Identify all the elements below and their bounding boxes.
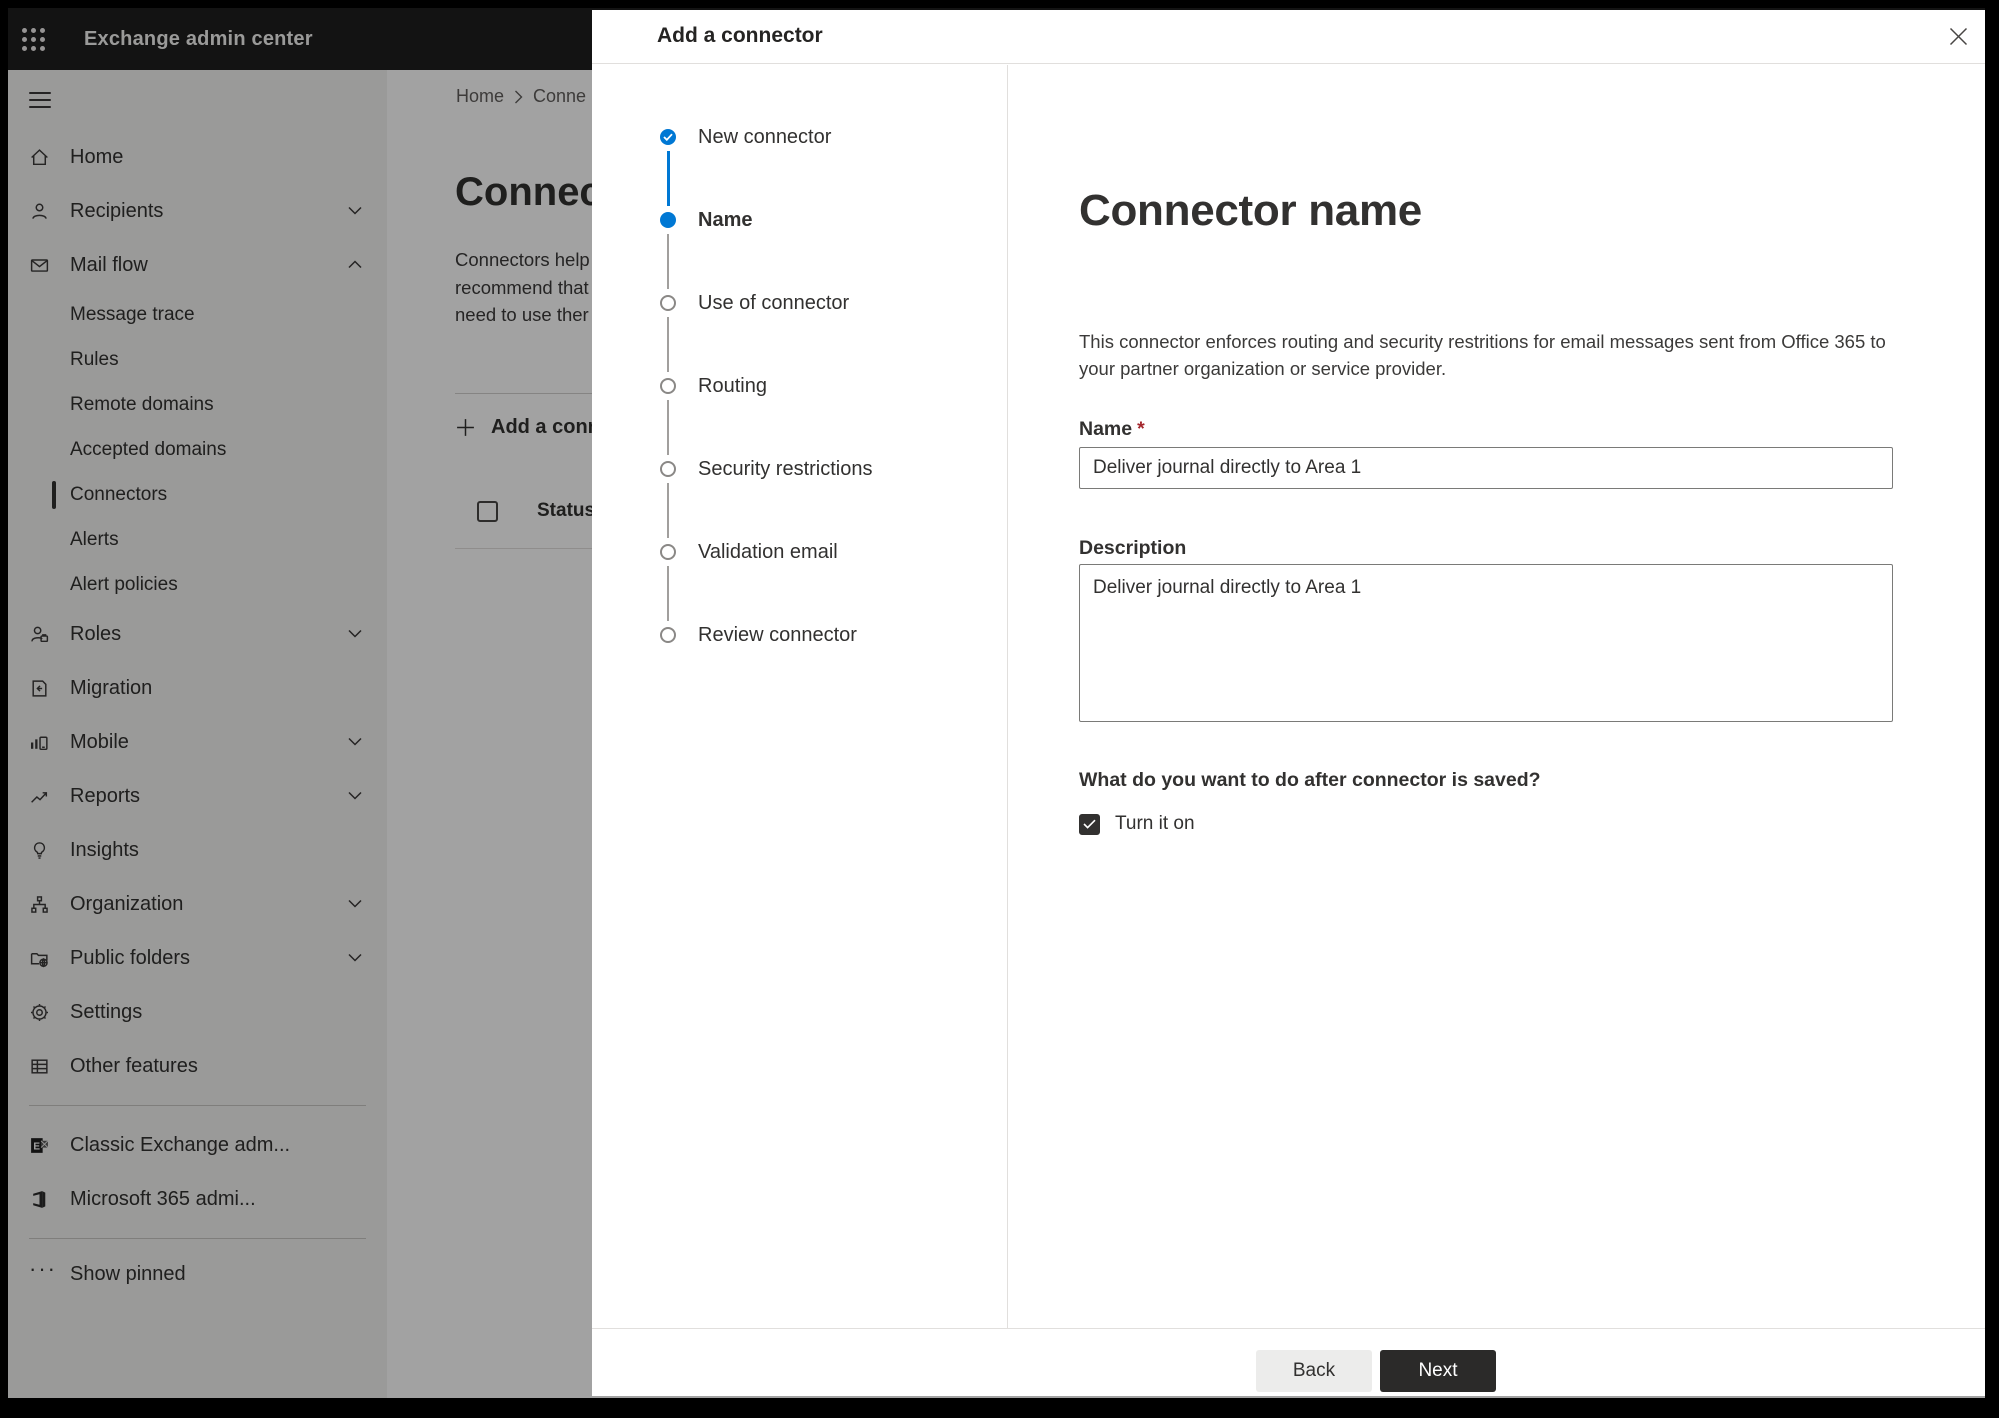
- step-new-connector[interactable]: New connector: [592, 124, 831, 150]
- footer-divider: [592, 1328, 1985, 1329]
- step-name[interactable]: Name: [592, 207, 752, 233]
- add-connector-dialog: Add a connector New connector Name Use o…: [592, 10, 1985, 1396]
- step-connector-line: [666, 151, 670, 206]
- step-security-restrictions[interactable]: Security restrictions: [592, 456, 873, 482]
- after-save-question: What do you want to do after connector i…: [1079, 769, 1541, 791]
- wizard-steps: New connector Name Use of connector Rout…: [592, 65, 1008, 1328]
- step-upcoming-icon: [660, 627, 676, 643]
- step-review-connector[interactable]: Review connector: [592, 622, 857, 648]
- step-upcoming-icon: [660, 378, 676, 394]
- wizard-page-heading: Connector name: [1079, 186, 1422, 235]
- step-connector-line: [667, 566, 669, 621]
- turn-it-on-checkbox[interactable]: Turn it on: [1079, 813, 1195, 835]
- step-connector-line: [667, 234, 669, 289]
- step-connector-line: [667, 317, 669, 372]
- step-use-of-connector[interactable]: Use of connector: [592, 290, 849, 316]
- step-connector-line: [667, 400, 669, 455]
- close-button[interactable]: [1938, 16, 1978, 56]
- name-input[interactable]: [1079, 447, 1893, 489]
- description-field-label: Description: [1079, 537, 1187, 559]
- step-routing[interactable]: Routing: [592, 373, 767, 399]
- dialog-header: Add a connector: [592, 10, 1985, 64]
- description-textarea[interactable]: Deliver journal directly to Area 1: [1079, 564, 1893, 722]
- app-window: Exchange admin center Home Recipients Ma…: [8, 8, 1985, 1398]
- checkbox-checked-icon: [1079, 813, 1100, 835]
- step-completed-icon: [660, 129, 676, 145]
- wizard-page-description: This connector enforces routing and secu…: [1079, 331, 1886, 379]
- step-upcoming-icon: [660, 544, 676, 560]
- close-icon: [1949, 27, 1968, 46]
- step-upcoming-icon: [660, 461, 676, 477]
- step-current-icon: [660, 212, 676, 228]
- back-button[interactable]: Back: [1256, 1350, 1372, 1392]
- step-upcoming-icon: [660, 295, 676, 311]
- step-connector-line: [667, 483, 669, 538]
- dialog-title: Add a connector: [657, 24, 823, 47]
- step-validation-email[interactable]: Validation email: [592, 539, 838, 565]
- next-button[interactable]: Next: [1380, 1350, 1496, 1392]
- turn-it-on-label: Turn it on: [1115, 813, 1195, 834]
- name-field-label: Name *: [1079, 418, 1145, 440]
- required-asterisk: *: [1137, 418, 1145, 440]
